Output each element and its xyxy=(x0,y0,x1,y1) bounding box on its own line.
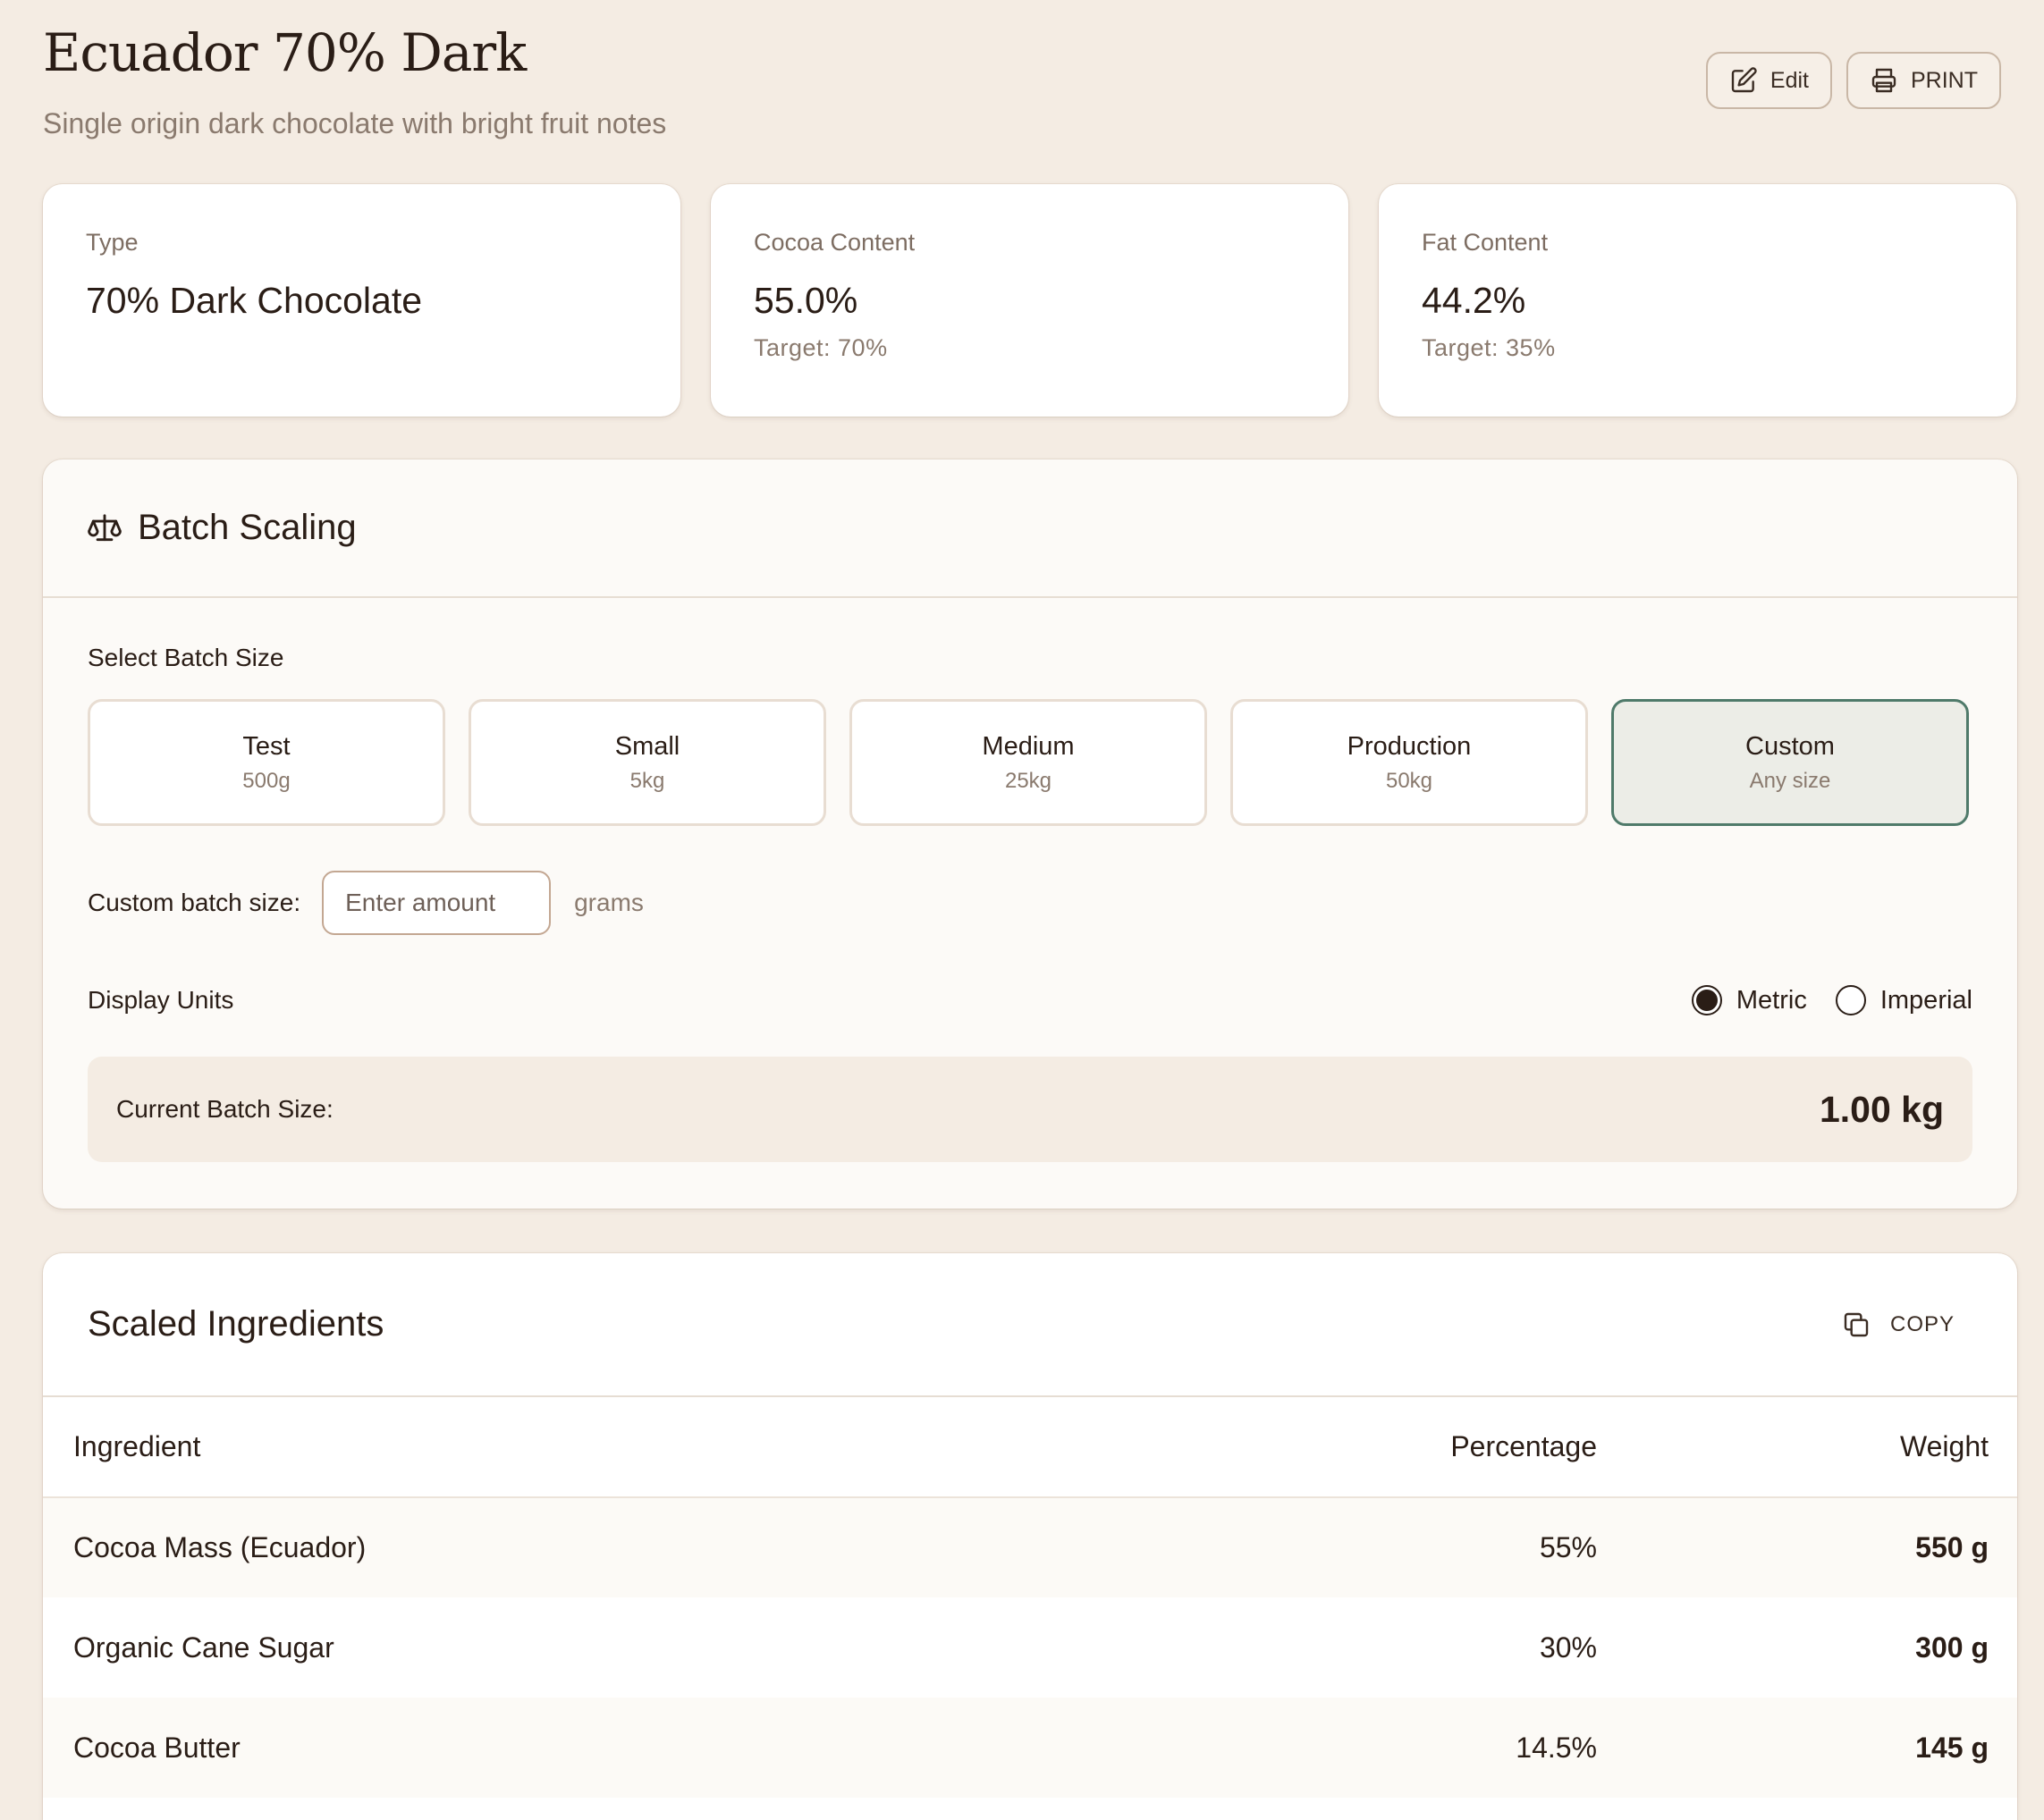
batch-size-production[interactable]: Production 50kg xyxy=(1230,699,1588,826)
printer-icon xyxy=(1871,68,1896,93)
print-button-label: PRINT xyxy=(1911,67,1978,93)
page-header: Ecuador 70% Dark Single origin dark choc… xyxy=(43,21,2001,147)
batch-size-name: Test xyxy=(242,731,291,761)
ingredient-weight: 300 g xyxy=(1915,1630,1989,1664)
display-units-label: Display Units xyxy=(88,986,234,1014)
print-button[interactable]: PRINT xyxy=(1846,52,2001,109)
batch-size-medium[interactable]: Medium 25kg xyxy=(849,699,1207,826)
ingredient-weight: 145 g xyxy=(1915,1731,1989,1764)
batch-size-test[interactable]: Test 500g xyxy=(88,699,445,826)
custom-batch-unit: grams xyxy=(574,889,644,916)
batch-size-amount: 500g xyxy=(242,768,291,793)
cocoa-content-value: 55.0% xyxy=(754,280,858,321)
ingredients-table: Ingredient Percentage Weight Cocoa Mass … xyxy=(43,1397,2017,1798)
copy-icon xyxy=(1844,1312,1869,1336)
cocoa-content-target: Target: 70% xyxy=(754,334,888,361)
column-header-ingredient[interactable]: Ingredient xyxy=(43,1397,1150,1498)
cocoa-content-label: Cocoa Content xyxy=(754,229,916,256)
header-actions: Edit PRINT xyxy=(1705,52,2001,109)
column-header-percentage[interactable]: Percentage xyxy=(1150,1397,1597,1498)
fat-content-label: Fat Content xyxy=(1422,229,1549,256)
batch-size-amount: Any size xyxy=(1749,768,1831,793)
scale-icon xyxy=(88,513,122,541)
batch-size-small[interactable]: Small 5kg xyxy=(469,699,826,826)
edit-button-label: Edit xyxy=(1769,67,1809,93)
custom-batch-input[interactable] xyxy=(322,871,552,935)
copy-button[interactable]: COPY xyxy=(1842,1310,1955,1339)
ingredient-name: Cocoa Mass (Ecuador) xyxy=(73,1531,367,1563)
type-card: Type 70% Dark Chocolate xyxy=(43,184,680,417)
type-label: Type xyxy=(86,229,139,256)
batch-size-name: Production xyxy=(1347,731,1472,761)
imperial-radio[interactable]: Imperial xyxy=(1835,985,1972,1015)
table-header-row: Ingredient Percentage Weight xyxy=(43,1397,2017,1498)
fat-content-target: Target: 35% xyxy=(1422,334,1556,361)
current-batch-size-value: 1.00 kg xyxy=(1819,1088,1944,1130)
fat-content-value: 44.2% xyxy=(1422,280,1526,321)
table-row: Cocoa Butter 14.5% 145 g xyxy=(43,1698,2017,1798)
batch-scaling-panel: Batch Scaling Select Batch Size Test 500… xyxy=(43,459,2017,1209)
batch-size-amount: 50kg xyxy=(1385,768,1433,793)
scaled-ingredients-panel: Scaled Ingredients COPY Ingredient Perce… xyxy=(43,1253,2017,1820)
batch-size-name: Small xyxy=(614,731,680,761)
copy-button-label: COPY xyxy=(1889,1311,1955,1336)
table-row: Organic Cane Sugar 30% 300 g xyxy=(43,1597,2017,1698)
batch-size-amount: 5kg xyxy=(629,768,665,793)
fat-content-card: Fat Content 44.2% Target: 35% xyxy=(1379,184,2016,417)
batch-size-name: Custom xyxy=(1745,731,1835,761)
type-value: 70% Dark Chocolate xyxy=(86,280,423,321)
batch-scaling-title: Batch Scaling xyxy=(138,508,357,547)
ingredient-percentage: 14.5% xyxy=(1516,1731,1597,1764)
scaled-ingredients-header: Scaled Ingredients COPY xyxy=(43,1253,2017,1397)
ingredient-weight: 550 g xyxy=(1915,1531,1989,1563)
select-batch-size-label: Select Batch Size xyxy=(88,644,284,671)
ingredient-percentage: 30% xyxy=(1539,1630,1597,1664)
imperial-radio-label: Imperial xyxy=(1879,985,1972,1015)
imperial-radio-dot[interactable] xyxy=(1835,985,1866,1015)
display-units-row: Display Units Metric Imperial xyxy=(88,978,1972,1023)
metric-radio[interactable]: Metric xyxy=(1691,985,1807,1015)
metric-radio-dot[interactable] xyxy=(1691,985,1722,1015)
ingredient-name: Organic Cane Sugar xyxy=(73,1630,334,1664)
table-row: Cocoa Mass (Ecuador) 55% 550 g xyxy=(43,1497,2017,1597)
current-batch-size-label: Current Batch Size: xyxy=(116,1095,334,1123)
ingredient-percentage: 55% xyxy=(1539,1531,1597,1563)
edit-icon xyxy=(1731,67,1757,93)
display-units-radios: Metric Imperial xyxy=(1691,985,1972,1015)
batch-size-custom[interactable]: Custom Any size xyxy=(1611,699,1969,826)
batch-size-amount: 25kg xyxy=(1004,768,1052,793)
page-subtitle: Single origin dark chocolate with bright… xyxy=(43,107,667,139)
batch-scaling-header: Batch Scaling xyxy=(43,459,2017,598)
edit-button[interactable]: Edit xyxy=(1705,52,1832,109)
scaled-ingredients-title: Scaled Ingredients xyxy=(88,1304,384,1344)
recipe-page: Ecuador 70% Dark Single origin dark choc… xyxy=(0,0,2044,1820)
metric-radio-label: Metric xyxy=(1736,985,1807,1015)
cocoa-content-card: Cocoa Content 55.0% Target: 70% xyxy=(711,184,1348,417)
stat-cards: Type 70% Dark Chocolate Cocoa Content 55… xyxy=(43,184,2017,417)
batch-size-options: Test 500g Small 5kg Medium 25kg Producti… xyxy=(88,699,1969,826)
current-batch-size-box: Current Batch Size: 1.00 kg xyxy=(88,1057,1972,1162)
column-header-weight[interactable]: Weight xyxy=(1597,1397,2017,1498)
custom-batch-label: Custom batch size: xyxy=(88,889,301,916)
batch-size-name: Medium xyxy=(982,731,1075,761)
ingredient-name: Cocoa Butter xyxy=(73,1731,241,1764)
custom-batch-row: Custom batch size: grams xyxy=(88,871,644,935)
